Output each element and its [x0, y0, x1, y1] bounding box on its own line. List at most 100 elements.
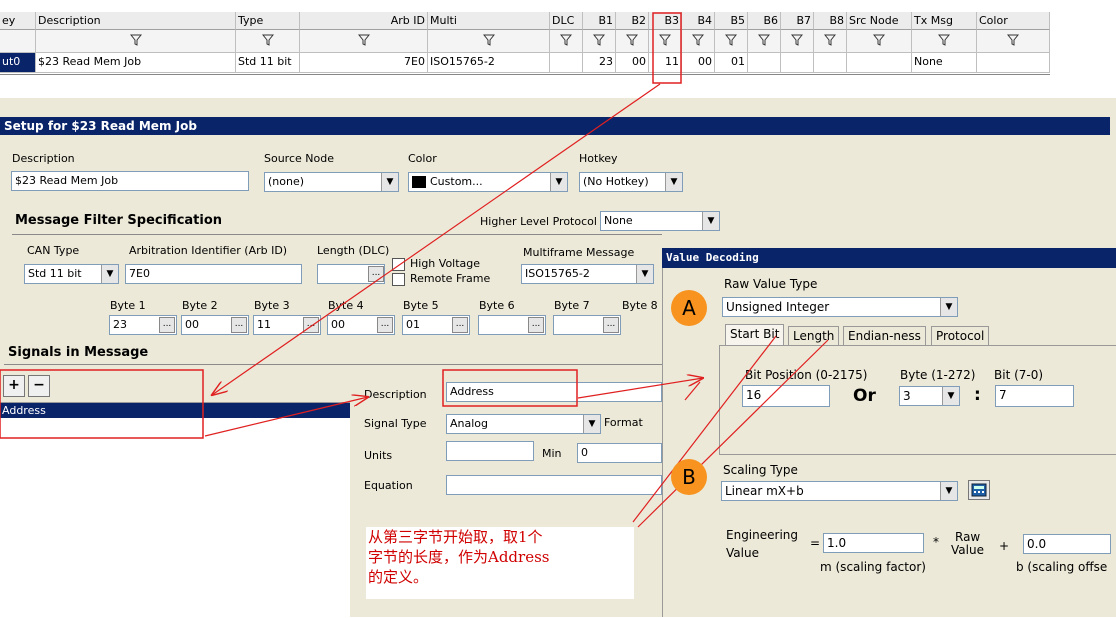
filter-icon[interactable] — [261, 33, 274, 46]
column-header[interactable]: B1 — [583, 12, 616, 30]
grid-cell[interactable] — [550, 53, 583, 73]
chevron-down-icon[interactable]: ▼ — [665, 173, 682, 191]
remote-frame-checkbox[interactable] — [392, 273, 405, 286]
chevron-down-icon[interactable]: ▼ — [636, 265, 653, 283]
filter-icon[interactable] — [823, 33, 837, 46]
grid-cell[interactable]: 11 — [649, 53, 682, 73]
hlp-select[interactable]: None ▼ — [600, 211, 720, 231]
signal-list-item[interactable]: Address — [0, 403, 350, 418]
high-voltage-checkbox[interactable] — [392, 258, 405, 271]
b-input[interactable]: 0.0 — [1023, 534, 1111, 554]
chevron-down-icon[interactable]: ▼ — [940, 298, 957, 316]
column-header[interactable]: B7 — [781, 12, 814, 30]
grid-cell[interactable]: Std 11 bit — [236, 53, 300, 73]
grid-cell[interactable]: ut0 — [0, 53, 36, 73]
bit-input[interactable]: 7 — [995, 385, 1074, 407]
multiframe-select[interactable]: ISO15765-2 ▼ — [521, 264, 654, 284]
ellipsis-button[interactable]: ... — [452, 317, 468, 333]
column-header[interactable]: Arb ID — [300, 12, 428, 30]
remove-signal-button[interactable]: − — [28, 375, 50, 397]
grid-cell[interactable] — [748, 53, 781, 73]
tab-length[interactable]: Length — [788, 326, 840, 346]
filter-icon[interactable] — [757, 33, 771, 46]
column-header[interactable]: DLC — [550, 12, 583, 30]
annotation-note-line: 的定义。 — [368, 568, 429, 586]
grid-cell[interactable] — [781, 53, 814, 73]
ellipsis-button[interactable]: ... — [303, 317, 319, 333]
color-select[interactable]: Custom... ▼ — [408, 172, 568, 192]
grid-cell[interactable]: ISO15765-2 — [428, 53, 550, 73]
filter-icon[interactable] — [658, 33, 672, 46]
column-header[interactable]: B3 — [649, 12, 682, 30]
grid-cell[interactable]: None — [912, 53, 977, 73]
source-node-select[interactable]: (none) ▼ — [264, 172, 399, 192]
grid-cell[interactable]: 00 — [616, 53, 649, 73]
grid-cell[interactable] — [847, 53, 912, 73]
filter-icon[interactable] — [937, 33, 951, 46]
hotkey-select[interactable]: (No Hotkey) ▼ — [579, 172, 683, 192]
ellipsis-button[interactable]: ... — [231, 317, 247, 333]
can-type-select[interactable]: Std 11 bit ▼ — [24, 264, 119, 284]
grid-cell[interactable]: 00 — [682, 53, 715, 73]
chevron-down-icon[interactable]: ▼ — [381, 173, 398, 191]
column-header[interactable]: Src Node — [847, 12, 912, 30]
column-header[interactable]: Description — [36, 12, 236, 30]
tab-endian-ness[interactable]: Endian-ness — [843, 326, 926, 346]
raw-value-type-select[interactable]: Unsigned Integer ▼ — [722, 297, 958, 317]
min-input[interactable]: 0 — [577, 443, 662, 463]
byte-select[interactable]: 3 ▼ — [899, 386, 960, 406]
filter-icon[interactable] — [872, 33, 886, 46]
chevron-down-icon[interactable]: ▼ — [702, 212, 719, 230]
chevron-down-icon[interactable]: ▼ — [101, 265, 118, 283]
chevron-down-icon[interactable]: ▼ — [940, 482, 957, 500]
add-signal-button[interactable]: + — [3, 375, 25, 397]
signal-description-input[interactable]: Address — [446, 382, 662, 402]
column-header[interactable]: B4 — [682, 12, 715, 30]
column-header[interactable]: Color — [977, 12, 1050, 30]
grid-cell[interactable] — [814, 53, 847, 73]
grid-cell[interactable]: 01 — [715, 53, 748, 73]
ellipsis-button[interactable]: ... — [377, 317, 393, 333]
ellipsis-button[interactable]: ... — [528, 317, 544, 333]
chevron-down-icon[interactable]: ▼ — [550, 173, 567, 191]
chevron-down-icon[interactable]: ▼ — [583, 415, 600, 433]
filter-icon[interactable] — [625, 33, 639, 46]
grid-cell[interactable] — [977, 53, 1050, 73]
source-node-value: (none) — [268, 175, 305, 188]
tab-protocol[interactable]: Protocol — [931, 326, 990, 346]
filter-icon[interactable] — [1006, 33, 1020, 46]
filter-icon[interactable] — [691, 33, 705, 46]
filter-icon[interactable] — [724, 33, 738, 46]
filter-icon[interactable] — [790, 33, 804, 46]
ellipsis-button[interactable]: ... — [159, 317, 175, 333]
column-header[interactable]: B8 — [814, 12, 847, 30]
column-header[interactable]: B6 — [748, 12, 781, 30]
filter-icon[interactable] — [482, 33, 495, 46]
grid-cell[interactable]: 23 — [583, 53, 616, 73]
column-header[interactable]: ey — [0, 12, 36, 30]
description-input[interactable]: $23 Read Mem Job — [11, 171, 249, 191]
tab-start-bit[interactable]: Start Bit — [725, 324, 785, 346]
column-header[interactable]: B2 — [616, 12, 649, 30]
chevron-down-icon[interactable]: ▼ — [942, 387, 959, 405]
ellipsis-button[interactable]: ... — [368, 266, 384, 282]
ellipsis-button[interactable]: ... — [603, 317, 619, 333]
filter-icon[interactable] — [357, 33, 370, 46]
units-input[interactable] — [446, 441, 534, 461]
filter-icon[interactable] — [129, 33, 142, 46]
column-header[interactable]: Type — [236, 12, 300, 30]
column-header[interactable]: Tx Msg — [912, 12, 977, 30]
m-input[interactable]: 1.0 — [823, 533, 924, 553]
column-header[interactable]: Multi — [428, 12, 550, 30]
filter-icon[interactable] — [592, 33, 606, 46]
filter-icon[interactable] — [559, 33, 573, 46]
grid-cell[interactable]: 7E0 — [300, 53, 428, 73]
arb-id-input[interactable]: 7E0 — [125, 264, 302, 284]
signal-type-select[interactable]: Analog ▼ — [446, 414, 601, 434]
bit-position-input[interactable]: 16 — [742, 385, 830, 407]
grid-cell[interactable]: $23 Read Mem Job — [36, 53, 236, 73]
column-header[interactable]: B5 — [715, 12, 748, 30]
calculator-icon[interactable] — [968, 480, 990, 500]
scaling-type-select[interactable]: Linear mX+b ▼ — [721, 481, 958, 501]
equation-input[interactable] — [446, 475, 662, 495]
